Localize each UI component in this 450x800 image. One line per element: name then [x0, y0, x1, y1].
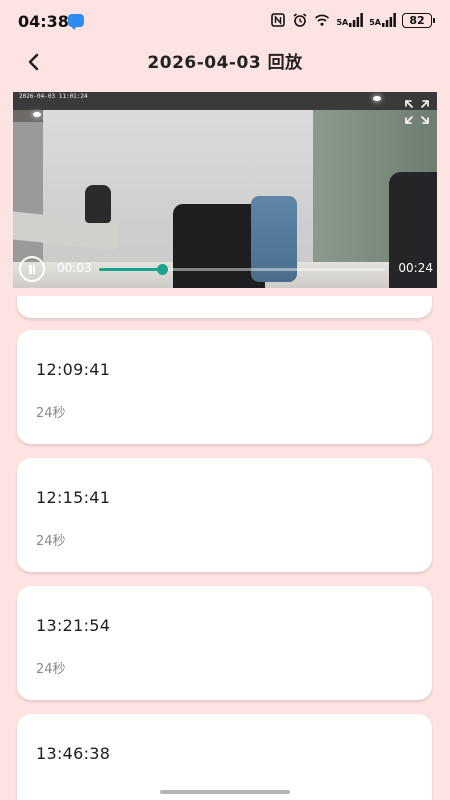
total-time: 00:24 — [398, 261, 433, 275]
recording-time: 13:21:54 — [36, 616, 111, 635]
video-player[interactable]: 2026-04-03 11:01:24 00:03 00:24 — [13, 92, 437, 288]
progress-slider[interactable] — [99, 264, 385, 275]
progress-fill — [99, 268, 162, 271]
home-indicator[interactable] — [160, 790, 290, 794]
wifi-icon — [315, 14, 330, 26]
signal-icon — [349, 13, 364, 27]
video-frame — [85, 185, 111, 223]
recording-list: 12:09:41 24秒 12:15:41 24秒 13:21:54 24秒 1… — [0, 296, 450, 800]
network-type-label: 5A — [336, 18, 349, 27]
current-time: 00:03 — [57, 261, 92, 275]
nfc-icon — [271, 13, 286, 27]
video-frame — [373, 96, 381, 101]
status-time: 04:38 — [18, 12, 69, 31]
message-icon — [68, 14, 84, 30]
recording-card[interactable] — [17, 296, 432, 318]
progress-thumb[interactable] — [156, 264, 168, 275]
recording-card[interactable]: 13:21:54 24秒 — [17, 586, 432, 700]
signal-group-2: 5A — [369, 13, 396, 27]
recording-card[interactable]: 12:15:41 24秒 — [17, 458, 432, 572]
fullscreen-button[interactable] — [403, 98, 431, 126]
page-title: 2026-04-03 回放 — [147, 53, 303, 73]
video-frame — [33, 112, 41, 117]
battery-indicator: 82 — [402, 12, 435, 28]
playback-controls: 00:03 00:24 — [13, 254, 437, 288]
recording-time: 12:15:41 — [36, 488, 111, 507]
recording-duration: 24秒 — [36, 662, 66, 677]
network-type-label: 5A — [369, 18, 381, 27]
signal-icon — [382, 13, 396, 27]
pause-button[interactable] — [19, 256, 45, 282]
signal-group-1: 5A — [336, 13, 364, 27]
alarm-icon — [293, 13, 307, 27]
recording-duration: 24秒 — [36, 534, 66, 549]
recording-card[interactable]: 12:09:41 24秒 — [17, 330, 432, 444]
status-icons: 5A 5A 82 — [270, 12, 435, 28]
header: 2026-04-03 回放 — [0, 42, 450, 80]
video-timestamp: 2026-04-03 11:01:24 — [19, 93, 88, 100]
recording-duration: 24秒 — [36, 406, 66, 421]
recording-time: 12:09:41 — [36, 360, 111, 379]
recording-time: 13:46:38 — [36, 744, 111, 763]
expand-icon — [405, 100, 429, 124]
recording-card[interactable]: 13:46:38 — [17, 714, 432, 800]
status-bar: 04:38 5A 5A 82 — [0, 0, 450, 42]
